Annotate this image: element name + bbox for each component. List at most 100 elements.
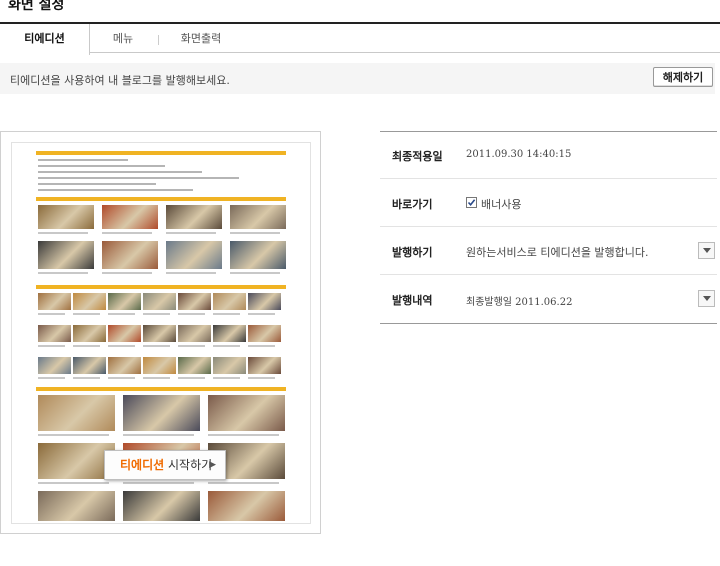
thumbnail-caption [230,272,280,274]
thumbnail-caption [178,313,205,315]
thumbnail-caption [73,377,100,379]
thumbnail-caption [38,272,88,274]
shortcut-label: 바로가기 [392,198,433,211]
release-button[interactable]: 해제하기 [653,67,713,87]
thumbnail-image [230,205,286,229]
thumbnail-image [166,241,222,269]
thumbnail-caption [143,377,170,379]
row-publish: 발행하기 원하는서비스로 티에디션을 발행합니다. [380,228,717,275]
thumbnail-image [248,357,281,374]
tedition-preview: 티에디션 시작하기 ▶ [0,131,321,534]
text-line [38,159,128,161]
text-line [38,183,156,185]
tedition-start-button[interactable]: 티에디션 시작하기 ▶ [104,450,226,480]
thumbnail-image [213,293,246,310]
thumbnail-image [73,293,106,310]
last-applied-label: 최종적용일 [392,150,443,163]
chevron-down-icon [703,296,711,301]
thumbnail-caption [178,377,205,379]
thumbnail-image [73,325,106,342]
thumbnail-caption [108,313,135,315]
banner-checkbox-label[interactable]: 배너사용 [481,196,521,212]
thumbnail-caption [178,345,205,347]
publish-dropdown-button[interactable] [698,242,715,259]
thumbnail-caption [166,272,216,274]
thumbnail-image [248,293,281,310]
text-line [38,171,202,173]
thumbnail-caption [38,345,65,347]
history-dropdown-button[interactable] [698,290,715,307]
thumbnail-caption [123,434,194,436]
thumbnail-image [108,293,141,310]
text-line [38,189,193,191]
thumbnail-caption [248,313,275,315]
history-value: 최종발행일 2011.06.22 [466,297,573,308]
thumbnail-image [143,357,176,374]
history-label: 발행내역 [392,294,433,307]
thumbnail-image [178,357,211,374]
thumbnail-caption [213,345,240,347]
thumbnail-caption [73,313,100,315]
row-shortcut: 바로가기 배너사용 [380,180,717,227]
thumbnail-caption [248,377,275,379]
thumbnail-image [143,293,176,310]
thumbnail-image [38,293,71,310]
thumbnail-caption [38,313,65,315]
section-header-bar [36,197,286,201]
thumbnail-image [102,241,158,269]
text-line [38,177,239,179]
thumbnail-caption [38,434,109,436]
thumbnail-image [230,241,286,269]
thumbnail-caption [213,377,240,379]
thumbnail-image [102,205,158,229]
thumbnail-caption [102,272,152,274]
thumbnail-image [38,395,115,431]
row-history: 발행내역 최종발행일 2011.06.22 [380,276,717,323]
settings-panel: 최종적용일 2011.09.30 14:40:15 바로가기 배너사용 발행하기… [380,131,717,324]
thumbnail-image [38,205,94,229]
thumbnail-caption [230,232,280,234]
thumbnail-caption [213,313,240,315]
section-header-bar [36,387,286,391]
tab-bar: 티에디션 메뉴 화면출력 [0,22,720,55]
thumbnail-image [38,357,71,374]
thumbnail-image [166,205,222,229]
banner-checkbox[interactable] [466,197,477,208]
thumbnail-caption [38,377,65,379]
tab-divider [158,35,159,45]
tab-tedition[interactable]: 티에디션 [0,24,90,55]
thumbnail-caption [208,434,279,436]
page-title: 화면 설정 [8,0,65,13]
thumbnail-image [73,357,106,374]
thumbnail-image [208,395,285,431]
thumbnail-caption [73,345,100,347]
thumbnail-image [213,357,246,374]
chevron-down-icon [703,248,711,253]
thumbnail-image [178,293,211,310]
thumbnail-image [123,395,200,431]
thumbnail-caption [38,482,109,484]
thumbnail-image [38,325,71,342]
thumbnail-caption [248,345,275,347]
publish-value: 원하는서비스로 티에디션을 발행합니다. [466,246,649,259]
thumbnail-image [143,325,176,342]
text-line [38,165,165,167]
thumbnail-caption [123,482,194,484]
thumbnail-image [208,491,285,521]
tab-menu[interactable]: 메뉴 [100,24,146,54]
notice-text: 티에디션을 사용하여 내 블로그를 발행해보세요. [10,74,230,87]
thumbnail-caption [38,232,88,234]
thumbnail-image [108,357,141,374]
last-applied-value: 2011.09.30 14:40:15 [466,149,572,160]
thumbnail-caption [102,232,152,234]
section-header-bar [36,285,286,289]
thumbnail-caption [208,482,279,484]
tab-screen-output[interactable]: 화면출력 [172,24,230,54]
thumbnail-image [123,491,200,521]
thumbnail-caption [166,232,216,234]
chevron-right-icon: ▶ [209,460,216,470]
thumbnail-caption [143,345,170,347]
thumbnail-image [248,325,281,342]
thumbnail-caption [108,377,135,379]
thumbnail-image [38,491,115,521]
